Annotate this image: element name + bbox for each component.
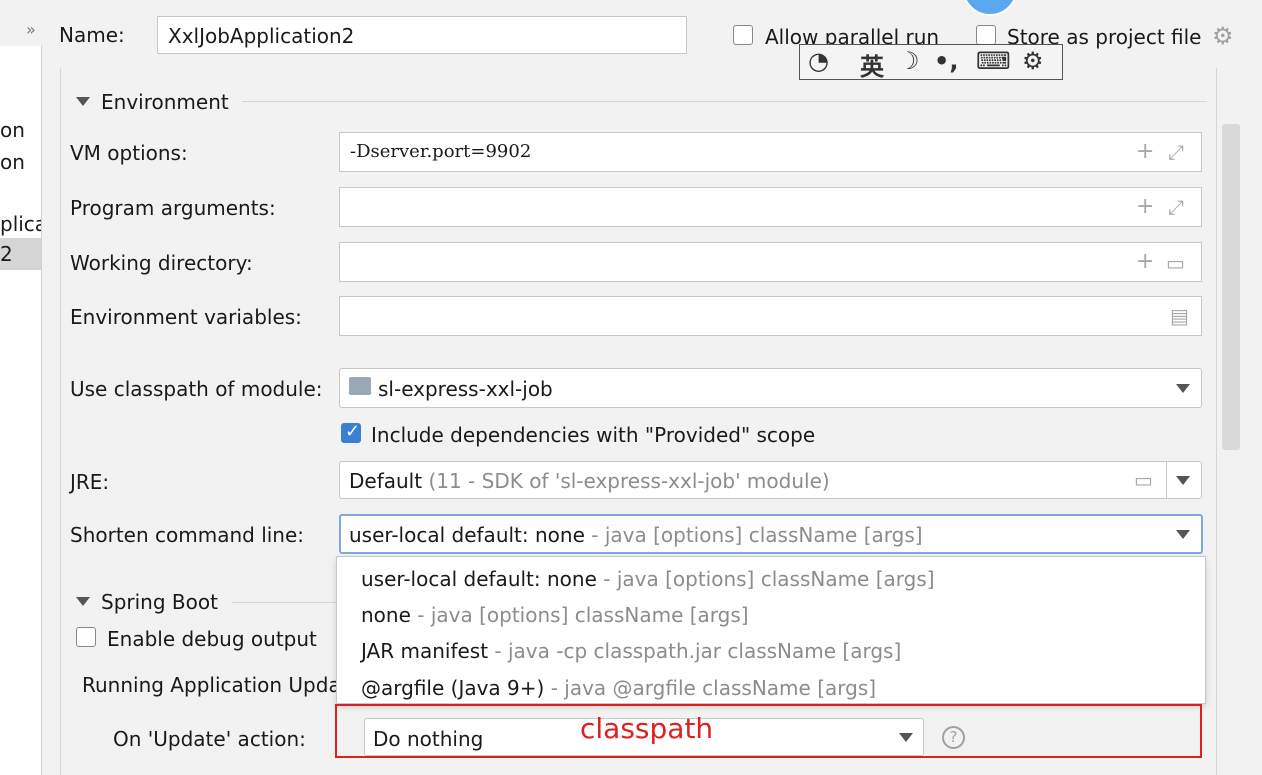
add-icon[interactable]: + xyxy=(1136,196,1154,218)
chevron-down-icon[interactable] xyxy=(1176,384,1190,393)
name-input[interactable]: XxlJobApplication2 xyxy=(157,16,687,54)
option-hint: - java @argfile className [args] xyxy=(550,676,877,700)
separator xyxy=(1166,462,1167,498)
include-provided-label: Include dependencies with "Provided" sco… xyxy=(371,423,816,447)
configurations-tree: on on plicat 2 xyxy=(0,46,42,775)
enable-debug-label: Enable debug output xyxy=(107,627,317,651)
option-main: @argfile (Java 9+) xyxy=(361,676,545,700)
vm-options-value: -Dserver.port=9902 xyxy=(350,141,532,162)
environment-title: Environment xyxy=(101,90,229,114)
jre-value-hint: (11 - SDK of 'sl-express-xxl-job' module… xyxy=(428,469,830,493)
shorten-options-popup: user-local default: none - java [options… xyxy=(336,556,1206,704)
shorten-option-none[interactable]: none - java [options] className [args] xyxy=(361,603,749,627)
include-provided-checkbox[interactable]: ✓ xyxy=(341,421,361,443)
working-directory-label: Working directory: xyxy=(70,251,253,275)
left-panel-expand-icon[interactable]: » xyxy=(26,20,36,39)
option-main: none xyxy=(361,603,411,627)
name-input-value: XxlJobApplication2 xyxy=(168,24,355,48)
add-icon[interactable]: + xyxy=(1136,141,1154,163)
jre-select[interactable]: Default (11 - SDK of 'sl-express-xxl-job… xyxy=(339,461,1202,499)
option-hint: - java -cp classpath.jar className [args… xyxy=(494,639,902,663)
jre-value-main: Default xyxy=(349,469,423,493)
running-updates-label: Running Application Upda xyxy=(82,673,336,697)
option-hint: - java [options] className [args] xyxy=(603,567,935,591)
vm-options-label: VM options: xyxy=(70,141,188,165)
folder-icon[interactable]: ▭ xyxy=(1134,469,1153,491)
annotation-text: classpath xyxy=(580,712,714,745)
annotation-box xyxy=(335,704,1202,758)
tree-item[interactable]: on xyxy=(0,118,25,142)
store-settings-gear-icon[interactable]: ⚙ xyxy=(1212,22,1234,50)
jre-label: JRE: xyxy=(70,470,110,494)
enable-debug-checkbox[interactable] xyxy=(76,627,96,647)
shorten-value: user-local default: none - java [options… xyxy=(349,523,923,547)
shorten-command-line-label: Shorten command line: xyxy=(70,523,305,547)
classpath-module-label: Use classpath of module: xyxy=(70,377,323,401)
on-update-label: On 'Update' action: xyxy=(113,727,306,751)
edit-list-icon[interactable]: ▤ xyxy=(1170,305,1189,327)
program-arguments-label: Program arguments: xyxy=(70,196,276,220)
spring-boot-divider xyxy=(232,602,336,603)
environment-divider xyxy=(242,101,1207,102)
folder-icon[interactable]: ▭ xyxy=(1166,252,1185,274)
expand-icon[interactable]: ⤢ xyxy=(1168,196,1184,218)
shorten-command-line-select[interactable]: user-local default: none - java [options… xyxy=(339,514,1203,554)
store-project-checkbox[interactable] xyxy=(976,25,996,45)
environment-variables-input[interactable]: ▤ xyxy=(339,296,1202,336)
option-hint: - java [options] className [args] xyxy=(417,603,749,627)
spring-boot-collapse-icon[interactable] xyxy=(76,597,90,606)
option-main: JAR manifest xyxy=(361,639,489,663)
allow-parallel-checkbox[interactable] xyxy=(733,25,753,45)
shorten-option-jar-manifest[interactable]: JAR manifest - java -cp classpath.jar cl… xyxy=(361,639,901,663)
add-icon[interactable]: + xyxy=(1136,251,1154,273)
shorten-value-hint: - java [options] className [args] xyxy=(591,523,923,547)
environment-collapse-icon[interactable] xyxy=(76,97,90,106)
blue-circle-overlay xyxy=(962,0,1018,16)
shorten-value-main: user-local default: none xyxy=(349,523,585,547)
name-label: Name: xyxy=(59,23,125,47)
tree-item[interactable]: plicat xyxy=(0,212,41,236)
spring-boot-title: Spring Boot xyxy=(101,590,218,614)
vertical-scrollbar[interactable] xyxy=(1222,124,1240,450)
working-directory-input[interactable]: + ▭ xyxy=(339,242,1202,282)
tree-item-selected[interactable]: 2 xyxy=(0,238,41,270)
module-folder-icon xyxy=(349,377,371,395)
program-arguments-input[interactable]: + ⤢ xyxy=(339,187,1202,227)
option-main: user-local default: none xyxy=(361,567,597,591)
chevron-down-icon[interactable] xyxy=(1176,530,1190,539)
jre-value: Default (11 - SDK of 'sl-express-xxl-job… xyxy=(349,469,830,493)
classpath-module-select[interactable]: sl-express-xxl-job xyxy=(339,368,1202,408)
classpath-module-value: sl-express-xxl-job xyxy=(378,377,553,401)
vm-options-input[interactable]: -Dserver.port=9902 + ⤢ xyxy=(339,132,1202,172)
expand-icon[interactable]: ⤢ xyxy=(1168,141,1184,163)
shorten-option-user-local[interactable]: user-local default: none - java [options… xyxy=(361,567,935,591)
environment-variables-label: Environment variables: xyxy=(70,305,302,329)
shorten-option-argfile[interactable]: @argfile (Java 9+) - java @argfile class… xyxy=(361,676,876,700)
tree-item[interactable]: on xyxy=(0,150,25,174)
chevron-down-icon[interactable] xyxy=(1176,476,1190,485)
